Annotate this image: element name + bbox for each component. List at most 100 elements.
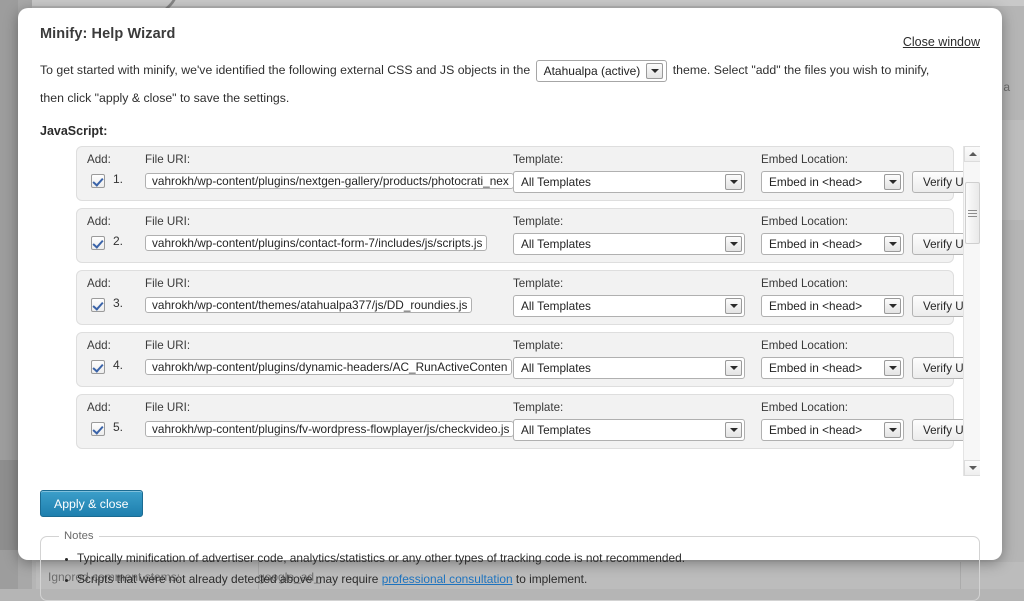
embed-location-select-value: Embed in <head> <box>769 175 863 189</box>
column-header-file-uri: File URI: <box>145 277 191 290</box>
column-header-template: Template: <box>513 401 564 414</box>
add-checkbox[interactable] <box>91 360 105 374</box>
add-checkbox[interactable] <box>91 174 105 188</box>
add-checkbox[interactable] <box>91 422 105 436</box>
embed-location-select-value: Embed in <head> <box>769 237 863 251</box>
chevron-down-icon[interactable] <box>725 236 742 252</box>
vertical-scrollbar[interactable] <box>963 146 980 476</box>
intro-paragraph: To get started with minify, we've identi… <box>40 56 980 112</box>
chevron-down-icon[interactable] <box>725 360 742 376</box>
file-uri-input[interactable]: vahrokh/wp-content/themes/atahualpa377/j… <box>145 297 473 313</box>
file-uri-input[interactable]: vahrokh/wp-content/plugins/dynamic-heade… <box>145 359 513 375</box>
template-select[interactable]: All Templates <box>513 419 745 441</box>
column-header-template: Template: <box>513 339 564 352</box>
apply-and-close-button[interactable]: Apply & close <box>40 490 143 517</box>
template-select[interactable]: All Templates <box>513 233 745 255</box>
embed-location-select[interactable]: Embed in <head> <box>761 171 904 193</box>
row-fields: 3. vahrokh/wp-content/themes/atahualpa377… <box>77 295 980 321</box>
chevron-down-icon[interactable] <box>725 298 742 314</box>
minify-help-wizard-dialog: Minify: Help Wizard Close window To get … <box>18 8 1002 601</box>
scrollbar-thumb[interactable] <box>965 182 980 244</box>
chevron-down-icon[interactable] <box>884 422 901 438</box>
close-window-link[interactable]: Close window <box>903 35 980 49</box>
column-header-add: Add: <box>87 215 111 228</box>
scroll-up-arrow-icon[interactable] <box>964 146 980 162</box>
embed-location-select-value: Embed in <head> <box>769 361 863 375</box>
list-item: Typically minification of advertiser cod… <box>77 548 965 569</box>
add-checkbox[interactable] <box>91 236 105 250</box>
notes-panel: Notes Typically minification of advertis… <box>40 530 980 601</box>
chevron-down-icon[interactable] <box>884 298 901 314</box>
file-uri-input[interactable]: vahrokh/wp-content/plugins/contact-form-… <box>145 235 488 251</box>
template-select-value: All Templates <box>521 299 591 313</box>
column-header-template: Template: <box>513 277 564 290</box>
row-fields: 1. vahrokh/wp-content/plugins/nextgen-gal… <box>77 171 980 197</box>
theme-select-value: Atahualpa (active) <box>543 63 641 78</box>
embed-location-select[interactable]: Embed in <head> <box>761 357 904 379</box>
note-text-1: Typically minification of advertiser cod… <box>77 551 686 565</box>
row-index-label: 1. <box>113 172 124 186</box>
scroll-down-arrow-icon[interactable] <box>964 460 980 476</box>
embed-location-select[interactable]: Embed in <head> <box>761 233 904 255</box>
chevron-down-icon[interactable] <box>646 62 664 79</box>
file-uri-input[interactable]: vahrokh/wp-content/plugins/nextgen-galle… <box>145 173 514 189</box>
table-row: Add: File URI: Template: Embed Location: 1. v… <box>76 146 980 201</box>
javascript-section-label: JavaScript: <box>40 124 108 138</box>
table-row: Add: File URI: Template: Embed Location: 2. v… <box>76 208 980 263</box>
professional-consultation-link[interactable]: professional consultation <box>382 572 513 586</box>
embed-location-select[interactable]: Embed in <head> <box>761 419 904 441</box>
table-row: Add: File URI: Template: Embed Location: 5. v… <box>76 394 980 449</box>
row-column-headers: Add: File URI: Template: Embed Location: <box>77 277 953 292</box>
column-header-embed: Embed Location: <box>761 401 849 414</box>
theme-select[interactable]: Atahualpa (active) <box>535 59 668 82</box>
table-row: Add: File URI: Template: Embed Location: 3. v… <box>76 270 980 325</box>
row-index-label: 3. <box>113 296 124 310</box>
add-checkbox[interactable] <box>91 298 105 312</box>
file-uri-input[interactable]: vahrokh/wp-content/plugins/fv-wordpress-… <box>145 421 515 437</box>
row-fields: 2. vahrokh/wp-content/plugins/contact-for… <box>77 233 980 259</box>
list-item: Scripts that were not already detected a… <box>77 569 965 590</box>
template-select-value: All Templates <box>521 237 591 251</box>
row-column-headers: Add: File URI: Template: Embed Location: <box>77 215 953 230</box>
column-header-file-uri: File URI: <box>145 339 191 352</box>
column-header-embed: Embed Location: <box>761 153 849 166</box>
template-select-value: All Templates <box>521 423 591 437</box>
embed-location-select-value: Embed in <head> <box>769 423 863 437</box>
grip-icon <box>968 208 977 219</box>
notes-legend: Notes <box>64 530 94 542</box>
row-index-label: 5. <box>113 420 124 434</box>
column-header-embed: Embed Location: <box>761 215 849 228</box>
template-select-value: All Templates <box>521 361 591 375</box>
row-index-label: 2. <box>113 234 124 248</box>
chevron-down-icon[interactable] <box>725 174 742 190</box>
column-header-add: Add: <box>87 339 111 352</box>
file-list: Add: File URI: Template: Embed Location: 1. v… <box>76 146 980 456</box>
column-header-template: Template: <box>513 153 564 166</box>
row-fields: 5. vahrokh/wp-content/plugins/fv-wordpres… <box>77 419 980 445</box>
chevron-down-icon[interactable] <box>884 174 901 190</box>
row-column-headers: Add: File URI: Template: Embed Location: <box>77 153 953 168</box>
embed-location-select-value: Embed in <head> <box>769 299 863 313</box>
intro-text-part1: To get started with minify, we've identi… <box>40 63 531 77</box>
column-header-add: Add: <box>87 153 111 166</box>
chevron-down-icon[interactable] <box>884 360 901 376</box>
chevron-down-icon[interactable] <box>725 422 742 438</box>
embed-location-select[interactable]: Embed in <head> <box>761 295 904 317</box>
chevron-down-icon[interactable] <box>884 236 901 252</box>
template-select[interactable]: All Templates <box>513 295 745 317</box>
template-select[interactable]: All Templates <box>513 171 745 193</box>
column-header-add: Add: <box>87 277 111 290</box>
template-select-value: All Templates <box>521 175 591 189</box>
column-header-add: Add: <box>87 401 111 414</box>
page-title: Minify: Help Wizard <box>40 26 176 42</box>
template-select[interactable]: All Templates <box>513 357 745 379</box>
scrollbar-track[interactable] <box>964 162 980 460</box>
row-fields: 4. vahrokh/wp-content/plugins/dynamic-hea… <box>77 357 980 383</box>
row-index-label: 4. <box>113 358 124 372</box>
column-header-file-uri: File URI: <box>145 153 191 166</box>
dialog-header: Minify: Help Wizard Close window To get … <box>18 8 1002 112</box>
column-header-embed: Embed Location: <box>761 339 849 352</box>
table-row: Add: File URI: Template: Embed Location: 4. v… <box>76 332 980 387</box>
column-header-file-uri: File URI: <box>145 215 191 228</box>
column-header-file-uri: File URI: <box>145 401 191 414</box>
